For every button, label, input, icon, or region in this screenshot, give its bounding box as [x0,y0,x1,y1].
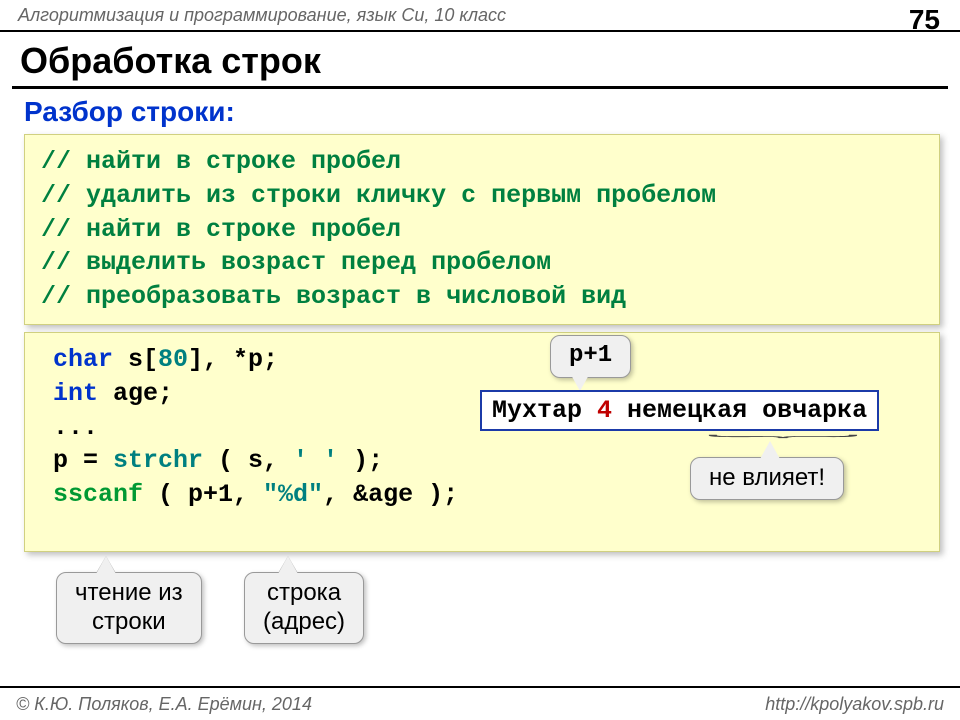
footer-bar: К.Ю. Поляков, Е.А. Ерёмин, 2014 http://k… [0,686,960,720]
keyword-int: int [53,379,98,408]
slide-title: Обработка строк [20,40,321,82]
code-text: age; [98,379,173,408]
keyword-char: char [53,345,113,374]
code-text: , &age ); [323,480,458,509]
pointer-icon [760,441,780,459]
fn-sscanf: sscanf [53,480,143,509]
code-text: ); [338,446,383,475]
section-subtitle: Разбор строки: [24,96,235,128]
sample-string-box: Мухтар 4 немецкая овчарка [480,390,879,431]
number-literal: 80 [158,345,188,374]
header-bar: Алгоритмизация и программирование, язык … [0,0,960,32]
fn-strchr: strchr [113,446,203,475]
callout-no-effect: не влияет! [690,457,844,500]
pointer-icon [570,373,590,391]
code-text: ... [53,413,98,442]
sample-prefix: Мухтар [492,396,597,425]
footer-authors: К.Ю. Поляков, Е.А. Ерёмин, 2014 [16,694,312,715]
course-title: Алгоритмизация и программирование, язык … [18,5,506,26]
string-literal: "%d" [263,480,323,509]
sample-suffix: немецкая овчарка [612,396,867,425]
pointer-icon [278,556,298,574]
sample-highlight: 4 [597,396,612,425]
code-text: ], *p; [188,345,278,374]
callout-string-address: строка (адрес) [244,572,364,644]
code-text: p = [53,446,113,475]
comments-block: // найти в строке пробел // удалить из с… [24,134,940,325]
callout-p-plus-1: p+1 [550,335,631,378]
code-text: ( p+1, [143,480,263,509]
code-text: s[ [113,345,158,374]
callout-read-from-string: чтение из строки [56,572,202,644]
footer-url: http://kpolyakov.spb.ru [765,694,944,715]
brace-icon: ︸ [705,431,861,450]
char-literal: ' ' [293,446,338,475]
code-text: ( s, [203,446,293,475]
pointer-icon [96,556,116,574]
page-number: 75 [909,4,940,36]
title-underline [12,86,948,89]
